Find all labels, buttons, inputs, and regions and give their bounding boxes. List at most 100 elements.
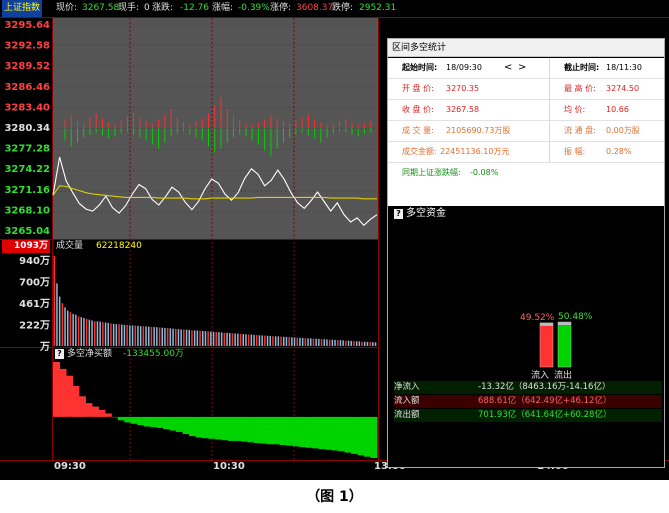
volume-bar — [145, 326, 147, 346]
volume-tick-label: 222万 — [19, 320, 50, 332]
volume-bar — [312, 338, 315, 346]
stats-row-close-avg: 收 盘 价: 3267.58 均 价: 10.66 — [388, 100, 664, 121]
volume-bar — [142, 326, 145, 346]
stats-divider — [549, 58, 550, 78]
volume-bar — [193, 330, 196, 346]
limit-down-label: 跌停: — [332, 3, 354, 13]
money-area-bar — [66, 375, 73, 417]
volume-bar — [158, 327, 161, 346]
fund-help-icon[interactable]: ? — [394, 209, 403, 219]
money-area-bar — [176, 416, 184, 432]
fund-bar-chart: 49.52% 50.48% — [520, 312, 593, 368]
volume-bar — [355, 341, 358, 346]
app-window: 3295.64 3292.58 3289.52 3286.46 3283.40 3280.… — [0, 0, 669, 513]
volume-bar — [134, 325, 136, 346]
inflow-amount-value: 688.61亿（642.49亿+46.12亿） — [478, 396, 612, 406]
time-label-1030: 10:30 — [213, 461, 245, 472]
float-label: 流 通 盘: — [564, 126, 596, 135]
stats-row-open-high: 开 盘 价: 3270.35 最 高 价: 3274.50 — [388, 79, 664, 100]
volume-bar — [266, 335, 269, 346]
avg-label: 均 价: — [564, 105, 586, 114]
volume-bar — [53, 256, 55, 346]
volume-bar — [129, 325, 131, 346]
interval-stats-dialog[interactable]: 区间多空统计 起始时间: 18/09:30 < > 截止时间: 18/11:30… — [387, 38, 665, 468]
volume-bar — [104, 322, 107, 346]
money-area-bar — [338, 416, 346, 452]
volume-bar — [358, 341, 361, 346]
frame-top-line — [0, 17, 669, 18]
volume-bar — [310, 338, 312, 346]
volume-bar — [199, 330, 201, 346]
dialog-title[interactable]: 区间多空统计 — [388, 39, 664, 57]
money-area-bar — [351, 416, 359, 454]
inflow-bar-cap — [540, 322, 553, 326]
volume-bar — [72, 313, 74, 346]
price-tick-label: 3271.16 — [4, 185, 50, 196]
volume-bar — [269, 336, 271, 346]
money-area-bar — [305, 416, 313, 448]
next-arrow-button[interactable]: > — [518, 58, 526, 78]
volume-bar — [204, 331, 207, 346]
volume-bar — [223, 332, 226, 346]
vol-label: 成 交 量: — [402, 126, 434, 135]
inflow-amount-row: 流入额 688.61亿（642.49亿+46.12亿） — [394, 395, 662, 408]
stats-divider — [549, 79, 550, 99]
volume-bar — [121, 324, 123, 346]
price-tick-label: 3274.22 — [4, 164, 50, 175]
outflow-amount-value: 701.93亿（641.64亿+60.28亿） — [478, 410, 612, 420]
money-area-bar — [234, 416, 242, 441]
volume-bar — [177, 329, 180, 346]
volume-bar — [139, 326, 142, 346]
outflow-amount-label: 流出额 — [394, 410, 420, 420]
money-area-bar — [260, 416, 268, 444]
volume-bar — [374, 342, 377, 346]
volume-bar — [58, 296, 61, 346]
price-tick-label: 3283.40 — [4, 102, 50, 113]
price-label: 现价: — [56, 3, 78, 13]
money-panel-help-icon[interactable]: ? — [55, 349, 64, 359]
volume-bar — [175, 328, 177, 346]
volume-bar — [288, 337, 290, 346]
start-time-value: 18/09:30 — [446, 63, 482, 72]
money-area-bar — [72, 386, 80, 417]
volume-bar — [212, 331, 215, 346]
prev-arrow-button[interactable]: < — [504, 58, 512, 78]
stats-divider — [549, 142, 550, 162]
money-area-bar — [143, 416, 151, 427]
volume-bar — [61, 303, 64, 346]
figure-caption: （图 1） — [306, 489, 363, 505]
interval-label: 同期上证涨跌幅: — [402, 168, 461, 177]
high-label: 最 高 价: — [564, 84, 596, 93]
volume-bar — [258, 335, 261, 346]
money-area-bar — [370, 416, 378, 458]
volume-bar — [102, 322, 104, 346]
volume-bar — [326, 339, 328, 346]
money-title: 多空净买额 — [67, 349, 113, 359]
high-value: 3274.50 — [606, 84, 640, 93]
top-info-bar: 上证指数 现价: 3267.58 现手: 0 涨跌: -12.76 涨幅: -0… — [0, 0, 669, 17]
volume-bar — [77, 316, 80, 346]
volume-bar — [172, 328, 174, 346]
money-area-bar — [130, 416, 138, 424]
fund-section-header: ? 多空资金 — [392, 206, 662, 222]
avg-value: 10.66 — [606, 105, 629, 114]
volume-bar — [207, 331, 209, 346]
volume-tick-label: 700万 — [19, 277, 50, 289]
volume-bar — [307, 338, 309, 346]
price-tick-label: 3280.34 — [4, 123, 50, 134]
stats-table: 起始时间: 18/09:30 < > 截止时间: 18/11:30 开 盘 价:… — [388, 58, 664, 206]
price-tick-label: 3286.46 — [4, 82, 50, 93]
volume-bar — [291, 337, 293, 346]
volume-bar — [283, 336, 285, 346]
start-time-label: 起始时间: — [402, 63, 438, 72]
volume-bar — [242, 334, 244, 346]
time-label-0930: 09:30 — [54, 461, 86, 472]
volume-bar — [94, 321, 96, 346]
volume-value: 62218240 — [96, 241, 142, 251]
volume-bar — [264, 335, 266, 346]
volume-title: 成交量 — [56, 241, 84, 251]
volume-bar — [99, 321, 101, 346]
money-area-bar — [228, 416, 235, 441]
volume-bar — [372, 342, 374, 346]
index-name[interactable]: 上证指数 — [2, 0, 43, 17]
